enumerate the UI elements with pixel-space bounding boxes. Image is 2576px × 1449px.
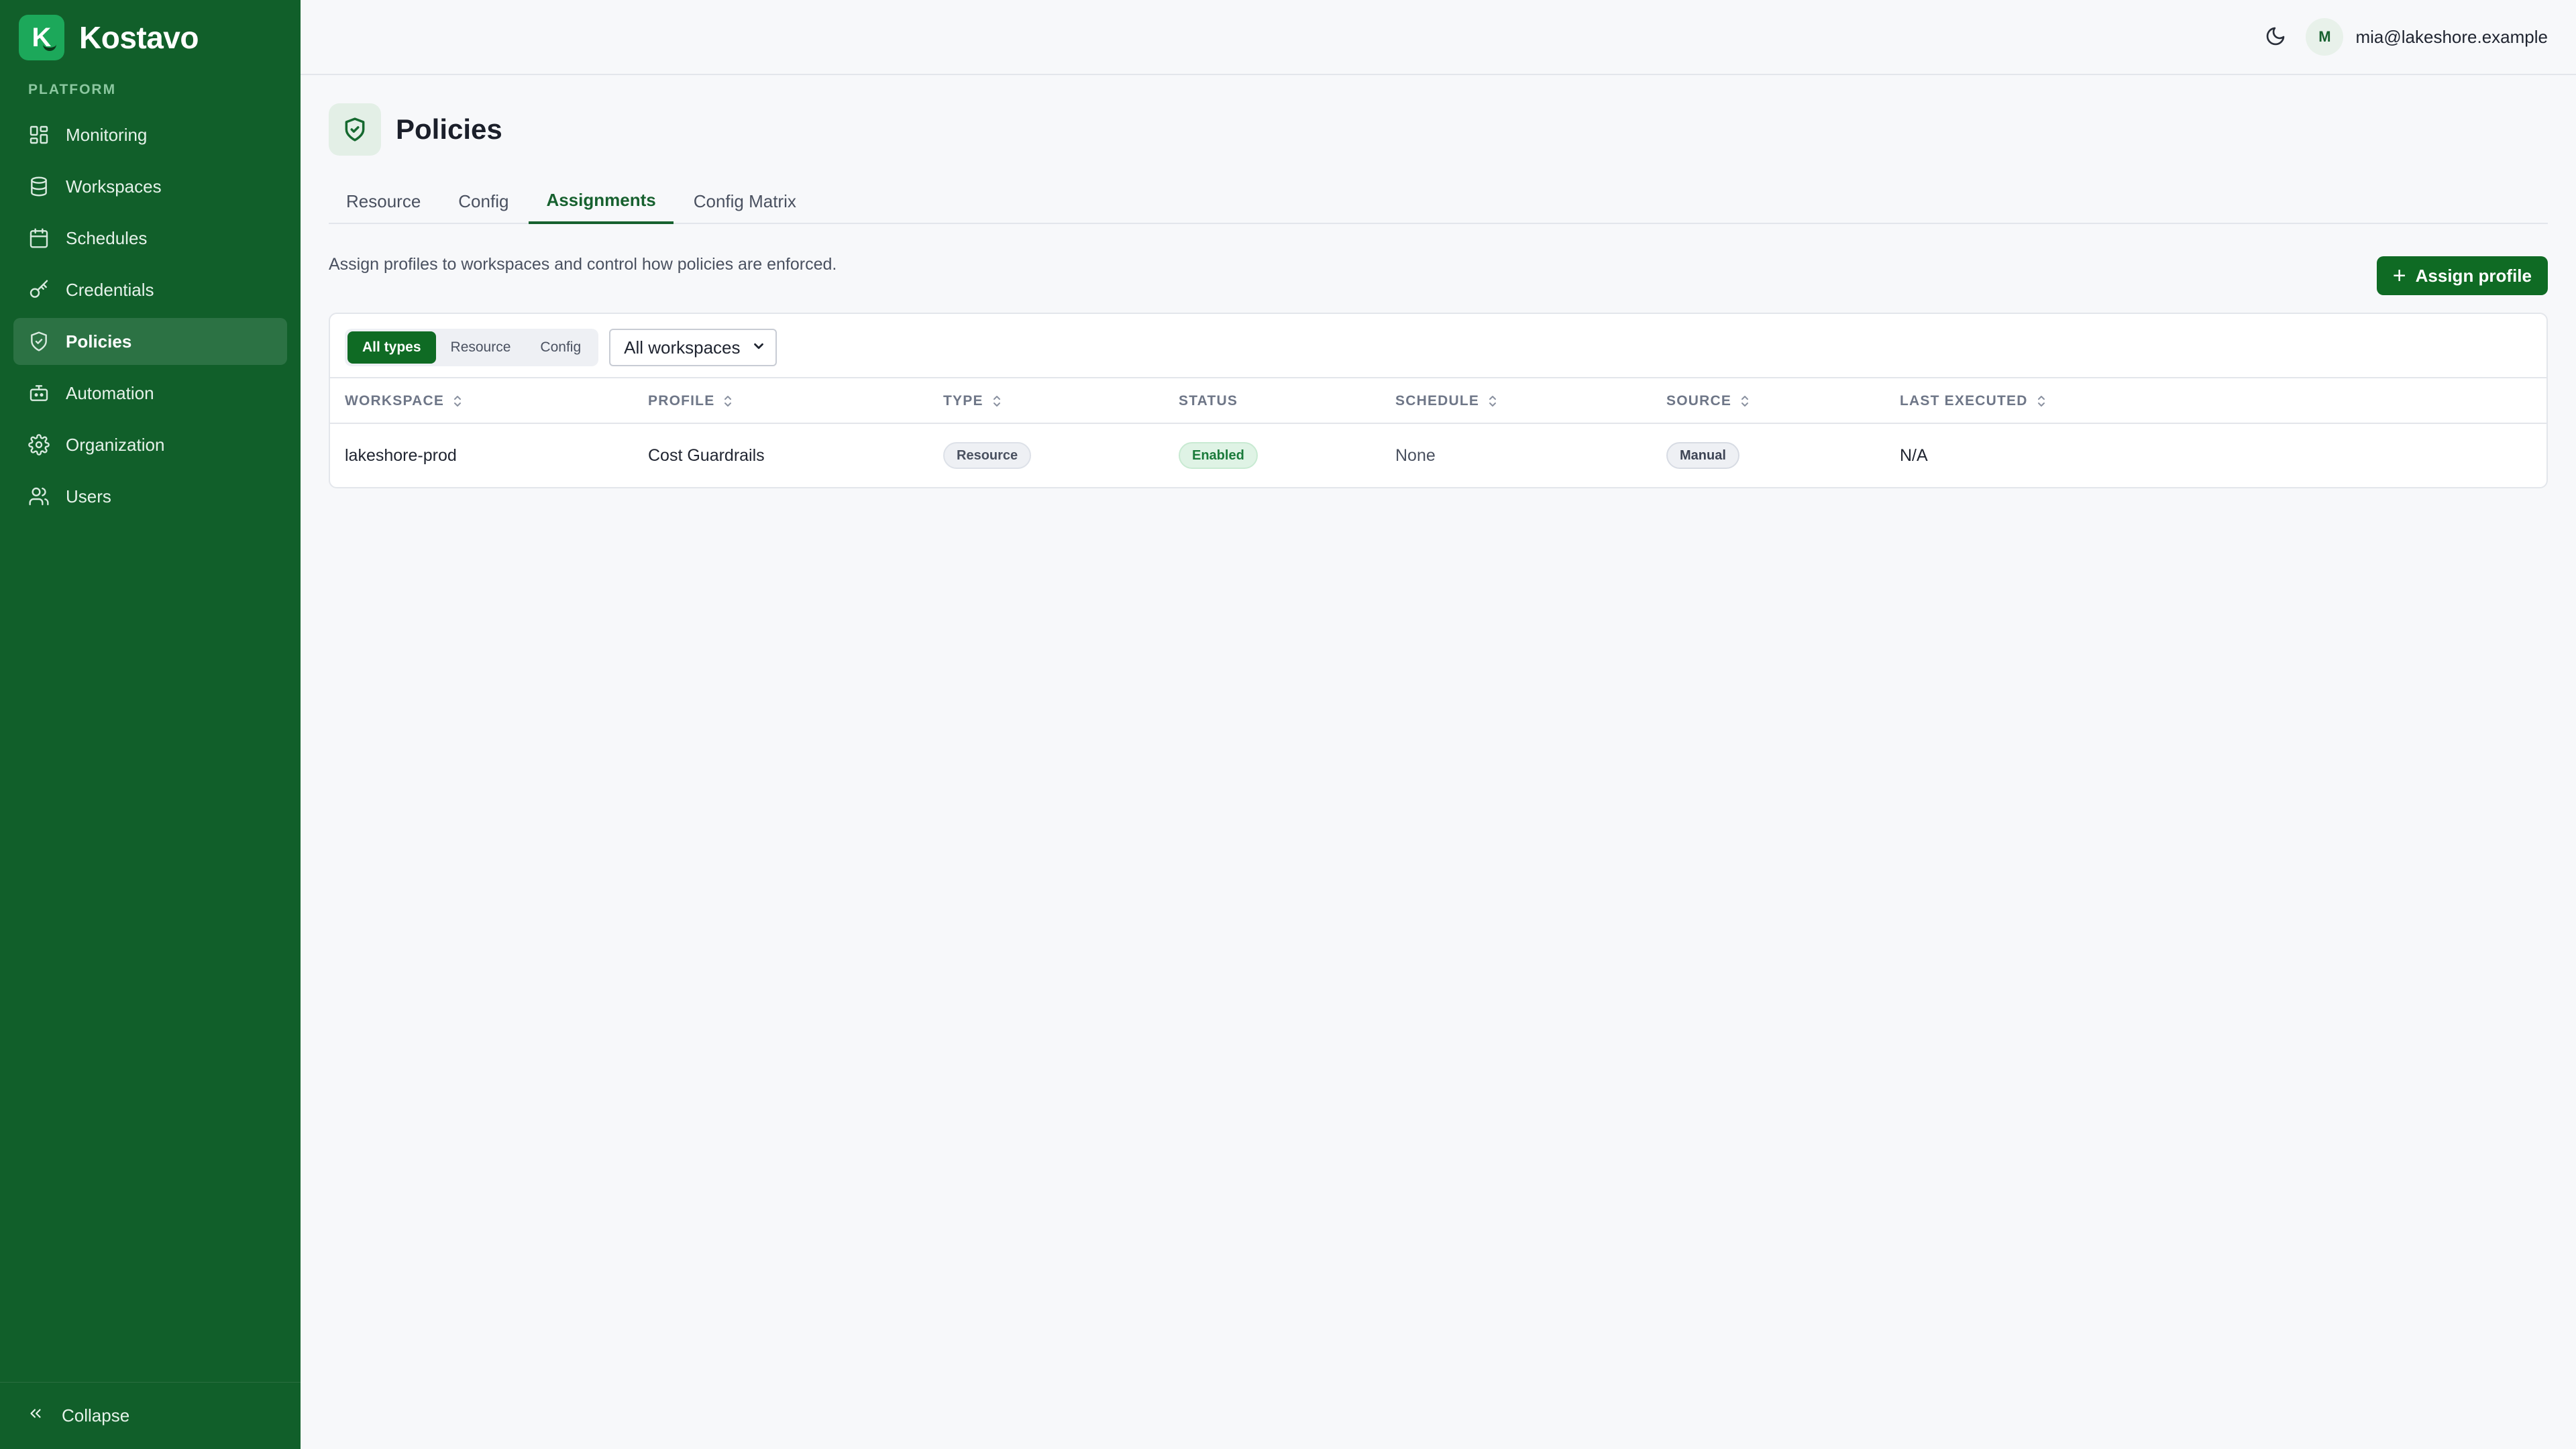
shield-check-icon (28, 331, 50, 352)
sidebar-item-organization[interactable]: Organization (13, 421, 287, 468)
topbar: M mia@lakeshore.example (301, 0, 2576, 75)
user-email: mia@lakeshore.example (2355, 26, 2548, 47)
status-badge: Enabled (1179, 442, 1258, 469)
sidebar-nav: Monitoring Workspaces Schedules Credenti… (13, 111, 287, 525)
source-badge: Manual (1666, 442, 1739, 469)
sort-icon (1487, 394, 1498, 409)
sidebar-item-users[interactable]: Users (13, 473, 287, 520)
calendar-icon (28, 227, 50, 249)
moon-icon (2265, 25, 2286, 50)
sidebar-item-automation[interactable]: Automation (13, 370, 287, 417)
sidebar: K Kostavo PLATFORM Monitoring Workspaces… (0, 0, 301, 1449)
sidebar-item-label: Organization (66, 434, 165, 455)
workspace-select[interactable]: All workspaces (609, 329, 777, 366)
sidebar-item-credentials[interactable]: Credentials (13, 266, 287, 313)
sidebar-item-label: Automation (66, 382, 154, 403)
dashboard-grid-icon (28, 124, 50, 146)
plus-icon: + (2392, 263, 2406, 288)
sort-icon (722, 394, 733, 409)
shield-check-icon (329, 103, 381, 156)
tab-assignments[interactable]: Assignments (529, 178, 674, 224)
column-header-type[interactable]: TYPE (943, 378, 1002, 424)
chevron-down-icon (751, 337, 766, 358)
theme-toggle-button[interactable] (2262, 24, 2289, 51)
filter-config[interactable]: Config (525, 331, 596, 364)
sort-icon (2036, 394, 2047, 409)
cell-last-executed: N/A (1900, 445, 1928, 465)
column-header-label: SOURCE (1666, 393, 1732, 409)
collapse-label: Collapse (62, 1405, 130, 1426)
sort-icon (1739, 394, 1750, 409)
column-header-schedule[interactable]: SCHEDULE (1395, 378, 1498, 424)
sidebar-item-monitoring[interactable]: Monitoring (13, 111, 287, 158)
column-header-label: TYPE (943, 393, 983, 409)
policy-tabs: Resource Config Assignments Config Matri… (329, 178, 2548, 224)
filter-resource[interactable]: Resource (436, 331, 526, 364)
sidebar-item-label: Schedules (66, 227, 148, 248)
robot-icon (28, 382, 50, 404)
filter-row: All types Resource Config All workspaces (345, 329, 777, 366)
sidebar-item-workspaces[interactable]: Workspaces (13, 163, 287, 210)
sidebar-item-policies[interactable]: Policies (13, 318, 287, 365)
page-header: Policies (329, 103, 502, 156)
collapse-button[interactable]: Collapse (0, 1382, 301, 1449)
type-badge: Resource (943, 442, 1032, 469)
sidebar-item-label: Policies (66, 331, 132, 352)
avatar: M (2306, 18, 2344, 56)
sidebar-item-label: Workspaces (66, 176, 162, 197)
database-icon (28, 176, 50, 197)
cell-status: Enabled (1179, 424, 1258, 487)
column-header-label: WORKSPACE (345, 393, 445, 409)
workspace-select-value: All workspaces (624, 337, 741, 358)
type-filter: All types Resource Config (345, 329, 599, 366)
page-title: Policies (396, 113, 502, 145)
sidebar-item-label: Users (66, 486, 111, 506)
column-header-profile[interactable]: PROFILE (648, 378, 733, 424)
brand[interactable]: K Kostavo (19, 15, 199, 60)
tab-resource[interactable]: Resource (329, 178, 438, 224)
cell-profile: Cost Guardrails (648, 445, 765, 465)
sort-icon (991, 394, 1002, 409)
cell-type: Resource (943, 424, 1032, 487)
table-row: lakeshore-prod Cost Guardrails Resource … (330, 424, 2546, 487)
tab-config-matrix[interactable]: Config Matrix (676, 178, 814, 224)
column-header-label: LAST EXECUTED (1900, 393, 2028, 409)
cell-workspace: lakeshore-prod (345, 445, 457, 465)
chevrons-left-icon (27, 1405, 44, 1427)
column-header-label: SCHEDULE (1395, 393, 1480, 409)
column-header-source[interactable]: SOURCE (1666, 378, 1750, 424)
assign-profile-button[interactable]: + Assign profile (2376, 256, 2548, 295)
assignments-panel: All types Resource Config All workspaces… (329, 313, 2548, 488)
column-header-last-executed[interactable]: LAST EXECUTED (1900, 378, 2047, 424)
filter-all-types[interactable]: All types (347, 331, 436, 364)
table-header: WORKSPACE PROFILE TYPE STATUS SCHEDULE S… (330, 377, 2546, 424)
column-header-workspace[interactable]: WORKSPACE (345, 378, 463, 424)
cell-schedule: None (1395, 445, 1436, 465)
key-icon (28, 279, 50, 301)
sidebar-item-label: Credentials (66, 279, 154, 300)
gear-icon (28, 434, 50, 455)
users-icon (28, 486, 50, 507)
sidebar-item-schedules[interactable]: Schedules (13, 215, 287, 262)
brand-name: Kostavo (79, 20, 199, 55)
tab-config[interactable]: Config (441, 178, 526, 224)
brand-logo: K (19, 15, 64, 60)
sort-icon (452, 394, 463, 409)
user-menu[interactable]: M mia@lakeshore.example (2306, 18, 2548, 56)
column-header-status: STATUS (1179, 378, 1238, 424)
nav-section-label: PLATFORM (28, 82, 117, 97)
assign-profile-label: Assign profile (2415, 265, 2532, 286)
sidebar-item-label: Monitoring (66, 124, 148, 145)
column-header-label: PROFILE (648, 393, 715, 409)
cell-source: Manual (1666, 424, 1739, 487)
page-description: Assign profiles to workspaces and contro… (329, 255, 837, 274)
column-header-label: STATUS (1179, 393, 1238, 409)
